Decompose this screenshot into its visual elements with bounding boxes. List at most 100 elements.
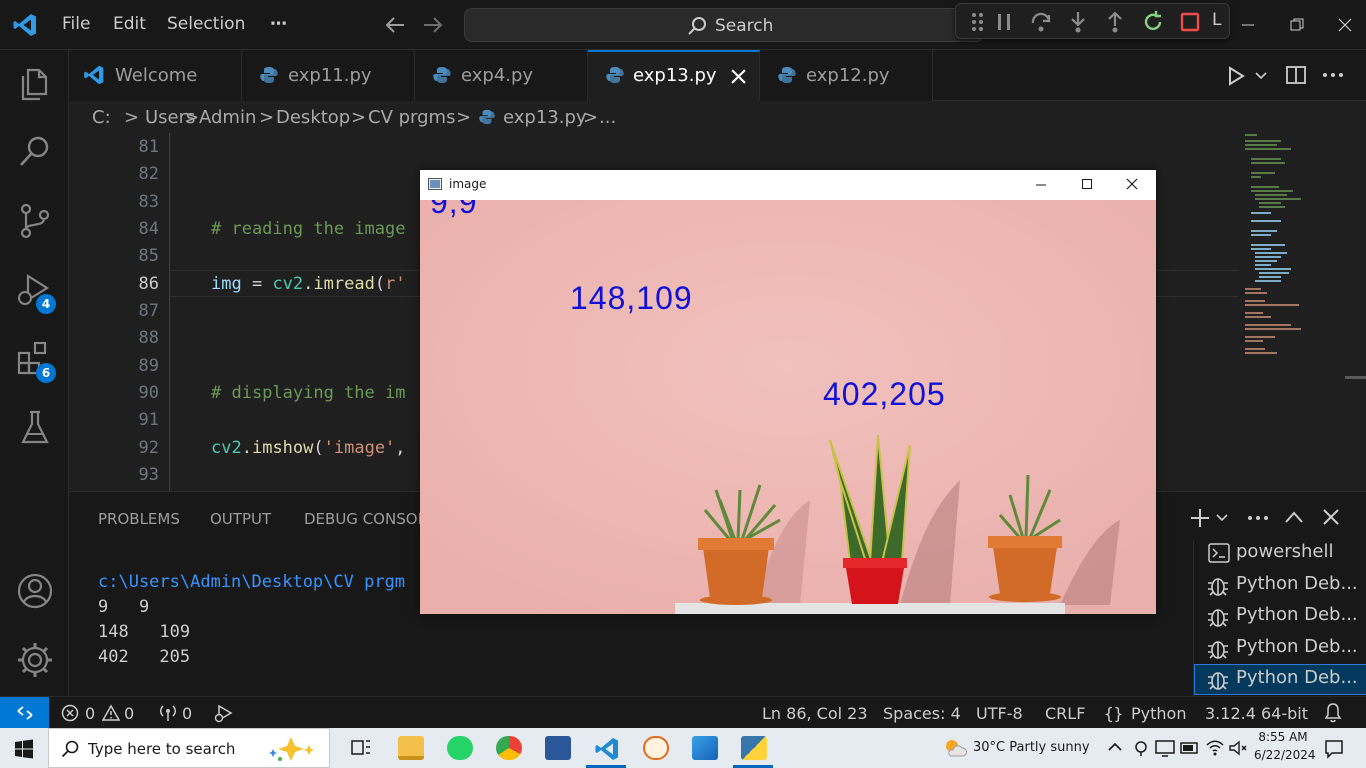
weather-partly-sunny-icon[interactable] bbox=[943, 737, 967, 759]
wifi-icon[interactable] bbox=[1205, 739, 1225, 757]
breadcrumb-admin[interactable]: Admin bbox=[199, 107, 256, 128]
word-icon[interactable] bbox=[545, 736, 571, 760]
menu-selection[interactable]: Selection bbox=[167, 14, 245, 34]
display-icon[interactable] bbox=[1155, 739, 1175, 757]
vscode-logo-icon[interactable] bbox=[12, 12, 38, 38]
error-count[interactable]: 0 bbox=[85, 704, 95, 723]
remote-indicator[interactable] bbox=[0, 697, 49, 729]
task-view-icon[interactable] bbox=[350, 738, 372, 758]
terminal-item-python-debug[interactable]: Python Deb... bbox=[1194, 601, 1366, 632]
chevron-up-icon[interactable] bbox=[1108, 742, 1122, 752]
tab-exp4[interactable]: exp4.py bbox=[415, 50, 588, 101]
menu-edit[interactable]: Edit bbox=[113, 14, 146, 34]
forward-arrow-icon[interactable] bbox=[422, 15, 444, 35]
clock-date[interactable]: 6/22/2024 bbox=[1254, 748, 1316, 762]
notification-center-icon[interactable] bbox=[1324, 739, 1344, 759]
breadcrumb-ellipsis[interactable]: ... bbox=[599, 107, 616, 128]
notifications-bell-icon[interactable] bbox=[1324, 702, 1342, 724]
chevron-down-icon[interactable] bbox=[1216, 513, 1228, 523]
new-terminal-icon[interactable] bbox=[1189, 507, 1211, 529]
more-actions-icon[interactable] bbox=[1247, 515, 1269, 521]
minimize-icon[interactable] bbox=[1035, 179, 1047, 191]
taskbar-search-box[interactable]: Type here to search bbox=[48, 728, 330, 768]
python-interpreter[interactable]: 3.12.4 64-bit bbox=[1205, 704, 1308, 723]
drag-handle-icon[interactable] bbox=[966, 10, 990, 34]
tab-close-icon[interactable] bbox=[731, 69, 746, 84]
paint-app-icon[interactable] bbox=[643, 736, 669, 760]
error-icon[interactable] bbox=[61, 704, 79, 722]
settings-gear-icon[interactable] bbox=[15, 640, 55, 680]
close-icon[interactable] bbox=[1337, 17, 1353, 33]
source-control-icon[interactable] bbox=[15, 201, 55, 241]
step-into-icon[interactable] bbox=[1066, 10, 1090, 34]
pause-icon[interactable] bbox=[992, 10, 1016, 34]
file-explorer-icon[interactable] bbox=[398, 736, 424, 760]
terminal-item-python-debug-selected[interactable]: Python Deb... bbox=[1194, 664, 1366, 695]
search-icon[interactable] bbox=[15, 132, 55, 172]
menu-file[interactable]: File bbox=[62, 14, 90, 34]
debug-run-icon[interactable] bbox=[213, 703, 235, 723]
breadcrumb-drive[interactable]: C: bbox=[92, 107, 111, 128]
explorer-icon[interactable] bbox=[15, 64, 55, 104]
close-icon[interactable] bbox=[1126, 178, 1138, 190]
opencv-image-window[interactable]: image 9,9 148,109 402,205 bbox=[420, 170, 1156, 614]
tab-exp12[interactable]: exp12.py bbox=[760, 50, 933, 101]
terminal-item-python-debug[interactable]: Python Deb... bbox=[1194, 633, 1366, 664]
tab-welcome[interactable]: Welcome bbox=[69, 50, 242, 101]
volume-muted-icon[interactable] bbox=[1228, 739, 1248, 757]
back-arrow-icon[interactable] bbox=[384, 15, 406, 35]
maximize-icon[interactable] bbox=[1081, 178, 1093, 190]
restart-icon[interactable] bbox=[1141, 10, 1165, 34]
ports-broadcast-icon[interactable] bbox=[158, 703, 178, 723]
file-encoding[interactable]: UTF-8 bbox=[976, 704, 1023, 723]
restore-icon[interactable] bbox=[1289, 17, 1305, 33]
step-out-icon[interactable] bbox=[1103, 10, 1127, 34]
battery-icon[interactable] bbox=[1180, 739, 1200, 757]
step-over-icon[interactable] bbox=[1029, 10, 1053, 34]
warning-icon[interactable] bbox=[102, 704, 120, 722]
photos-icon[interactable] bbox=[692, 736, 718, 760]
windows-start-icon[interactable] bbox=[14, 739, 34, 759]
terminal-item-powershell[interactable]: powershell bbox=[1194, 538, 1366, 569]
image-window-titlebar[interactable]: image bbox=[420, 170, 1156, 200]
split-editor-icon[interactable] bbox=[1285, 65, 1307, 85]
warning-count[interactable]: 0 bbox=[124, 704, 134, 723]
python-taskbar-icon[interactable] bbox=[741, 736, 767, 760]
terminal-item-label: powershell bbox=[1236, 541, 1334, 562]
tab-output[interactable]: OUTPUT bbox=[210, 510, 271, 528]
line-ending[interactable]: CRLF bbox=[1045, 704, 1085, 723]
vscode-taskbar-icon[interactable] bbox=[594, 736, 620, 762]
clock-time[interactable]: 8:55 AM bbox=[1258, 730, 1308, 744]
testing-flask-icon[interactable] bbox=[15, 408, 55, 448]
command-search[interactable]: Search bbox=[464, 8, 984, 42]
debug-profile-letter[interactable]: L bbox=[1212, 10, 1221, 30]
tab-exp11[interactable]: exp11.py bbox=[242, 50, 415, 101]
tab-exp13[interactable]: exp13.py bbox=[588, 50, 760, 101]
chevron-down-icon[interactable] bbox=[1255, 71, 1267, 81]
image-canvas[interactable]: 9,9 148,109 402,205 bbox=[420, 200, 1156, 614]
terminal-item-python-debug[interactable]: Python Deb... bbox=[1194, 570, 1366, 601]
accounts-icon[interactable] bbox=[15, 571, 55, 611]
minimap[interactable] bbox=[1241, 133, 1351, 373]
close-panel-icon[interactable] bbox=[1322, 508, 1340, 526]
more-actions-icon[interactable] bbox=[1322, 72, 1344, 78]
run-file-icon[interactable] bbox=[1227, 66, 1245, 86]
tab-debug-console[interactable]: DEBUG CONSOL bbox=[304, 510, 426, 528]
breadcrumb-folder[interactable]: CV prgms bbox=[368, 107, 455, 128]
language-mode[interactable]: Python bbox=[1131, 704, 1186, 723]
tab-problems[interactable]: PROBLEMS bbox=[98, 510, 180, 528]
ports-count[interactable]: 0 bbox=[182, 704, 192, 723]
menu-more[interactable]: ⋯ bbox=[270, 14, 287, 34]
language-braces-icon[interactable]: {} bbox=[1104, 704, 1123, 723]
minimize-icon[interactable] bbox=[1240, 17, 1256, 33]
meet-now-icon[interactable] bbox=[1132, 739, 1150, 757]
cursor-position[interactable]: Ln 86, Col 23 bbox=[762, 704, 868, 723]
maximize-panel-icon[interactable] bbox=[1284, 510, 1304, 524]
indentation[interactable]: Spaces: 4 bbox=[883, 704, 961, 723]
weather-text[interactable]: 30°C Partly sunny bbox=[973, 740, 1090, 755]
stop-icon[interactable] bbox=[1178, 10, 1202, 34]
breadcrumb-desktop[interactable]: Desktop bbox=[276, 107, 350, 128]
chrome-icon[interactable] bbox=[496, 736, 522, 760]
breadcrumb-file[interactable]: exp13.py bbox=[503, 107, 587, 128]
whatsapp-icon[interactable] bbox=[447, 736, 473, 760]
